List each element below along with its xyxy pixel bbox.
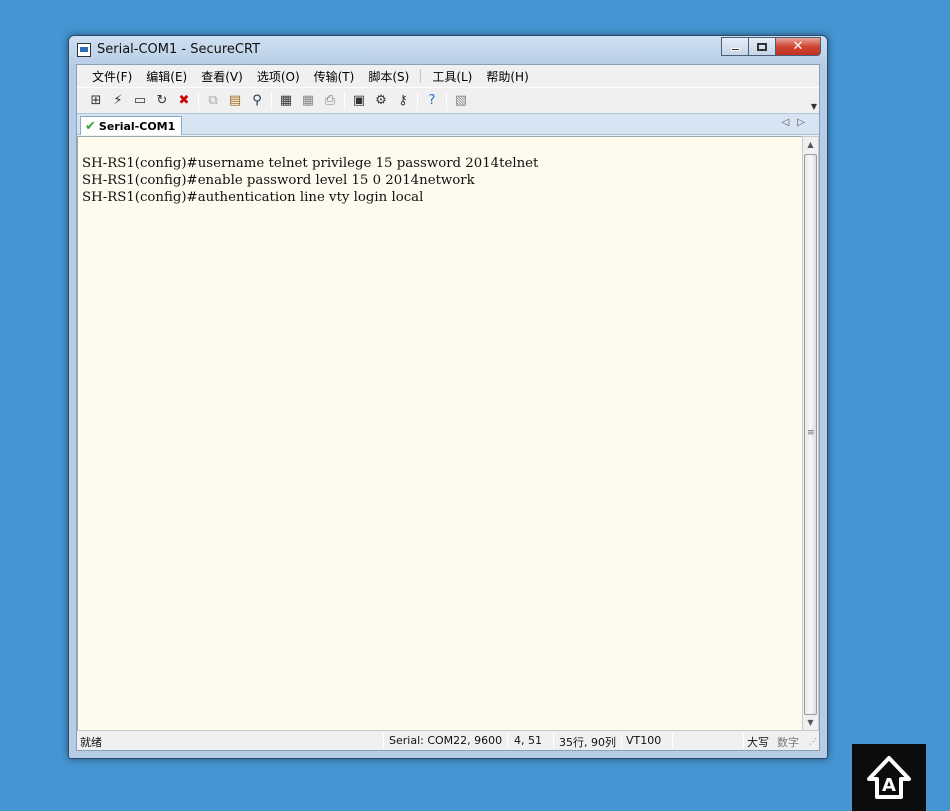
global-options-icon[interactable]: ⚙: [370, 91, 392, 111]
securecrt-window: Serial-COM1 - SecureCRT ✕ 文件(F) 编辑(E) 查看…: [68, 35, 828, 759]
window-title: Serial-COM1 - SecureCRT: [97, 42, 261, 57]
minimize-icon: [730, 48, 740, 51]
copy-icon[interactable]: ⧉: [202, 91, 224, 111]
scroll-grip-icon: ≡: [807, 428, 815, 438]
menu-transfer[interactable]: 传输(T): [307, 68, 362, 85]
close-icon: ✕: [792, 39, 804, 54]
menu-help[interactable]: 帮助(H): [479, 68, 535, 85]
menu-file[interactable]: 文件(F): [85, 68, 139, 85]
status-bar: 就绪 Serial: COM22, 9600 4, 51 35行, 90列 VT…: [77, 730, 819, 750]
quick-connect-icon[interactable]: ⚡: [107, 91, 129, 111]
connected-check-icon: ✔: [85, 118, 96, 134]
tab-scroll-arrows[interactable]: ◁▷: [782, 117, 813, 128]
tab-scroll-left-icon[interactable]: ◁: [782, 117, 798, 128]
print-icon[interactable]: ▦: [275, 91, 297, 111]
session-options-icon[interactable]: ▣: [348, 91, 370, 111]
connect-icon[interactable]: ⊞: [85, 91, 107, 111]
printer-icon[interactable]: ⎙: [319, 91, 341, 111]
scroll-up-icon[interactable]: ▲: [803, 137, 818, 153]
status-divider: [672, 733, 673, 748]
session-tab-bar: ✔ Serial-COM1 ◁▷: [77, 113, 819, 135]
terminal-line: SH-RS1(config)#enable password level 15 …: [82, 173, 475, 188]
scrollbar-thumb[interactable]: ≡: [804, 154, 817, 715]
print-preview-icon[interactable]: ▦: [297, 91, 319, 111]
terminal-line: SH-RS1(config)#username telnet privilege…: [82, 156, 539, 171]
menu-script[interactable]: 脚本(S): [361, 68, 416, 85]
toolbar-separator: [198, 91, 199, 110]
keymap-icon[interactable]: ⚷: [392, 91, 414, 111]
menu-tools[interactable]: 工具(L): [425, 68, 479, 85]
scroll-down-icon[interactable]: ▼: [803, 715, 818, 731]
status-caps-lock: 大写: [747, 736, 769, 749]
corner-logo: A: [852, 744, 926, 811]
menu-bar: 文件(F) 编辑(E) 查看(V) 选项(O) 传输(T) 脚本(S) 工具(L…: [77, 65, 819, 87]
maximize-icon: [757, 42, 767, 51]
status-divider: [383, 733, 384, 748]
reconnect-icon[interactable]: ↻: [151, 91, 173, 111]
menu-edit[interactable]: 编辑(E): [139, 68, 194, 85]
maximize-button[interactable]: [748, 37, 775, 56]
toolbar-overflow-icon[interactable]: ▼: [811, 102, 817, 111]
toolbar-separator: [271, 91, 272, 110]
disconnect-icon[interactable]: ✖: [173, 91, 195, 111]
logo-a-icon: A: [867, 755, 911, 799]
sftp-icon[interactable]: ▧: [450, 91, 472, 111]
menu-options[interactable]: 选项(O): [250, 68, 307, 85]
terminal-area[interactable]: SH-RS1(config)#username telnet privilege…: [77, 136, 802, 732]
status-divider: [553, 733, 554, 748]
status-emulation: VT100: [626, 734, 662, 747]
tab-label: Serial-COM1: [98, 119, 176, 133]
toolbar-separator: [446, 91, 447, 110]
tab-scroll-right-icon[interactable]: ▷: [797, 117, 813, 128]
window-client-area: 文件(F) 编辑(E) 查看(V) 选项(O) 传输(T) 脚本(S) 工具(L…: [76, 64, 820, 751]
find-icon[interactable]: ⚲: [246, 91, 268, 111]
securecrt-app-icon[interactable]: [77, 43, 91, 57]
tab-serial-com1[interactable]: ✔ Serial-COM1: [80, 116, 183, 135]
menu-separator: [420, 69, 422, 83]
status-ready: 就绪: [80, 736, 102, 749]
svg-text:A: A: [882, 775, 896, 796]
title-bar[interactable]: Serial-COM1 - SecureCRT ✕: [69, 36, 827, 63]
paste-icon[interactable]: ▤: [224, 91, 246, 111]
resize-grip-icon[interactable]: ⋰: [809, 737, 817, 746]
toolbar-separator: [344, 91, 345, 110]
terminal-line: SH-RS1(config)#authentication line vty l…: [82, 190, 424, 205]
minimize-button[interactable]: [721, 37, 748, 56]
close-button[interactable]: ✕: [775, 37, 821, 56]
connect-tab-icon[interactable]: ▭: [129, 91, 151, 111]
status-cursor-position: 4, 51: [514, 734, 542, 747]
status-connection: Serial: COM22, 9600: [389, 734, 503, 747]
status-divider: [621, 733, 622, 748]
vertical-scrollbar[interactable]: ▲ ≡ ▼: [802, 136, 819, 732]
status-terminal-size: 35行, 90列: [559, 736, 616, 749]
status-num-lock: 数字: [777, 736, 799, 749]
window-controls: ✕: [721, 37, 821, 56]
status-divider: [743, 733, 744, 748]
menu-view[interactable]: 查看(V): [194, 68, 250, 85]
status-divider: [507, 733, 508, 748]
help-icon[interactable]: ?: [421, 91, 443, 111]
toolbar: ⊞ ⚡ ▭ ↻ ✖ ⧉ ▤ ⚲ ▦ ▦ ⎙ ▣ ⚙ ⚷ ? ▧ ▼: [77, 87, 819, 113]
toolbar-separator: [417, 91, 418, 110]
terminal-output: SH-RS1(config)#username telnet privilege…: [82, 155, 538, 206]
